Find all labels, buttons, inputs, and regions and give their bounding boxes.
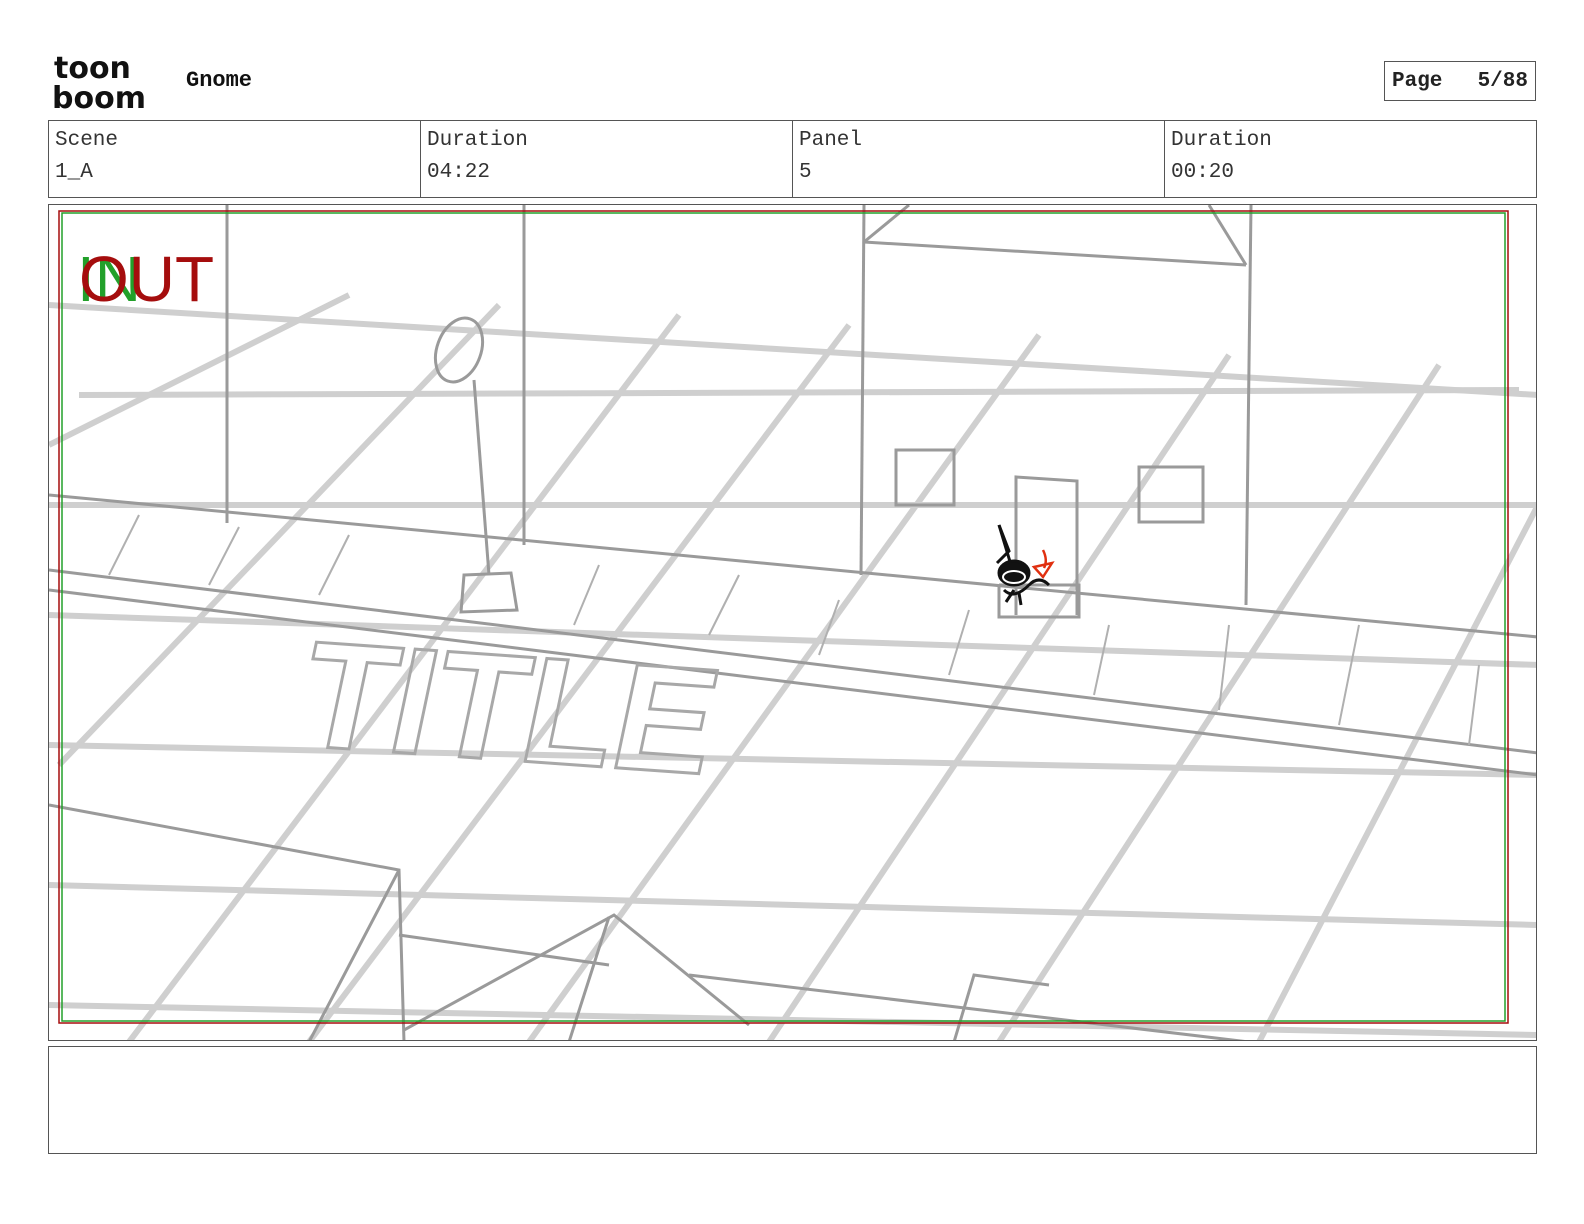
project-title: Gnome (186, 68, 253, 93)
page-number: 5/88 (1477, 69, 1528, 93)
out-marker: OUT (79, 243, 214, 315)
panel-cell: Panel 5 (793, 121, 1165, 197)
panel-duration-value: 00:20 (1171, 161, 1235, 184)
panel-sketch: TITLE IN OUT (49, 205, 1536, 1040)
scene-duration-cell: Duration 04:22 (421, 121, 793, 197)
panel-duration-label: Duration (1171, 129, 1272, 152)
scene-duration-label: Duration (427, 129, 528, 152)
toonboom-logo: toon boom (52, 51, 164, 116)
page-indicator: Page 5/88 (1384, 61, 1536, 101)
panel-info-row: Scene 1_A Duration 04:22 Panel 5 Duratio… (48, 120, 1537, 198)
scene-label: Scene (55, 129, 119, 152)
panel-notes (48, 1046, 1537, 1154)
page-label: Page (1392, 69, 1443, 93)
scene-cell: Scene 1_A (49, 121, 421, 197)
logo-line2: boom (52, 81, 146, 110)
scene-duration-value: 04:22 (427, 161, 491, 184)
scene-value: 1_A (55, 161, 93, 184)
panel-label: Panel (799, 129, 863, 152)
panel-value: 5 (799, 161, 812, 184)
floor-grid (49, 292, 1536, 1040)
gnome-accent (1031, 549, 1055, 580)
storyboard-panel: TITLE IN OUT (48, 204, 1537, 1041)
panel-duration-cell: Duration 00:20 (1165, 121, 1536, 197)
ground-title-text: TITLE (286, 610, 733, 806)
